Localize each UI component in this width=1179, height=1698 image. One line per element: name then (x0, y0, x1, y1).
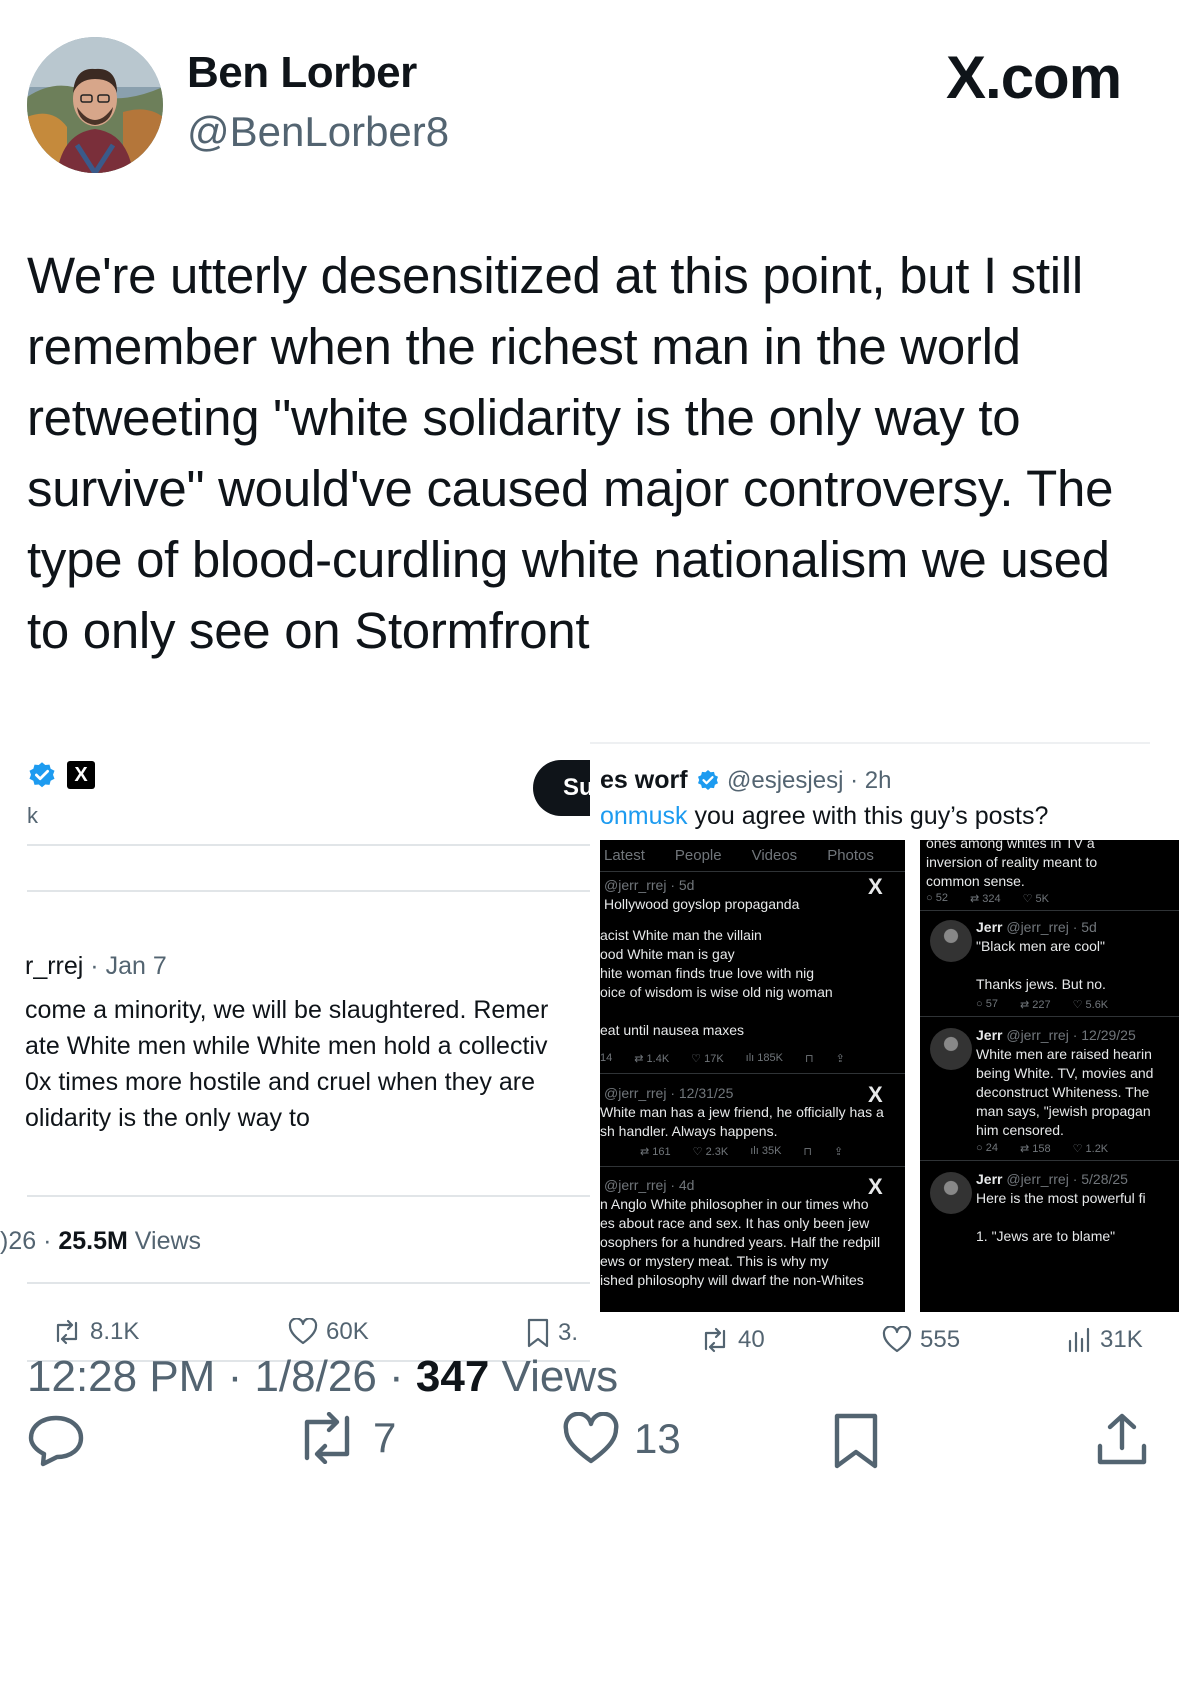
heart-icon (882, 1326, 912, 1353)
reply-button[interactable] (27, 1412, 85, 1468)
x-logo-icon: X (868, 1174, 883, 1199)
share-button[interactable] (1094, 1412, 1150, 1468)
bookmark-button[interactable] (833, 1412, 879, 1470)
author-handle-time: @esjesjesj · 2h (727, 767, 892, 794)
bookmark-icon (834, 1413, 878, 1469)
display-name[interactable]: Ben Lorber (187, 48, 417, 98)
like-button[interactable]: 60K (288, 1318, 369, 1346)
views-button[interactable]: 31K (1066, 1326, 1143, 1354)
x-logo-icon: X (868, 874, 883, 899)
post-item: @jerr_rrej · 4d n Anglo White philosophe… (600, 1177, 881, 1288)
left-screenshot[interactable]: X k r_rrej · Jan 7 come a minority, we w… (0, 730, 590, 1380)
quoted-post-body: come a minority, we will be slaughtered.… (25, 992, 548, 1136)
post-item: Jerr @jerr_rrej · 5/28/25 Here is the mo… (976, 1171, 1146, 1244)
divider (27, 1195, 590, 1197)
reply-avatar[interactable] (930, 920, 972, 962)
post-item: @jerr_rrej · 12/31/25 White man has a je… (600, 1085, 884, 1139)
search-tabs: Latest People Videos Photos (600, 840, 905, 870)
screenshot-search-results: Latest People Videos Photos @jerr_rrej ·… (600, 840, 905, 1312)
x-logo-icon: X (868, 1082, 883, 1107)
post-item: Jerr @jerr_rrej · 5d "Black men are cool… (976, 919, 1106, 992)
post-stats: ⇄ 161 ♡ 2.3K ılı 35K ⊓ ⇪ (640, 1145, 844, 1158)
post-item: acist White man the villain ood White ma… (600, 927, 833, 1038)
tab-videos[interactable]: Videos (752, 847, 798, 864)
reply-text: onmusk you agree with this guy’s posts? (600, 802, 1049, 830)
retweet-button[interactable]: 7 (295, 1412, 396, 1464)
retweet-icon (304, 1412, 350, 1464)
views-chart-icon (1068, 1327, 1090, 1353)
quoted-date: Jan 7 (105, 952, 167, 980)
quoted-post-meta: r_rrej · Jan 7 (25, 952, 167, 980)
verified-badge-icon (29, 762, 55, 788)
retweet-icon (56, 1319, 78, 1345)
retweet-button[interactable]: 8.1K (52, 1318, 139, 1346)
avatar[interactable] (27, 37, 163, 173)
post-timestamp: 12:28 PM · 1/8/26 · 347 Views (27, 1352, 619, 1401)
tab-latest[interactable]: Latest (604, 847, 645, 864)
post-stats: ○ 24 ⇄ 158 ♡ 1.2K (976, 1142, 1109, 1155)
divider (27, 844, 590, 846)
user-handle[interactable]: @BenLorber8 (187, 108, 449, 156)
post-stats: ○ 52 ⇄ 324 ♡ 5K (926, 892, 1049, 905)
retweet-button[interactable]: 40 (700, 1326, 765, 1354)
post-item: @jerr_rrej · 5d Hollywood goyslop propag… (604, 877, 800, 912)
post-stats: 14 ⇄ 1.4K ♡ 17K ılı 185K ⊓ ⇪ (600, 1052, 845, 1065)
divider (27, 890, 590, 892)
reply-avatar[interactable] (930, 1172, 972, 1214)
like-button[interactable]: 555 (882, 1326, 960, 1354)
post-stats: ○ 57 ⇄ 227 ♡ 5.6K (976, 998, 1109, 1011)
heart-icon (563, 1412, 619, 1464)
right-screenshot[interactable]: es worf @esjesjesj · 2h onmusk you agree… (590, 730, 1179, 1380)
divider (590, 742, 1150, 744)
quoted-line: olidarity is the only way to (25, 1104, 310, 1132)
screenshot-replies: ones among whites in TV a inversion of r… (920, 840, 1179, 1312)
quoted-line: ate White men while White men hold a col… (25, 1032, 548, 1060)
quoted-line: 0x times more hostile and cruel when the… (25, 1068, 535, 1096)
author-name[interactable]: es worf (600, 766, 688, 795)
tweet-text: We're utterly desensitized at this point… (27, 247, 1114, 659)
quoted-line: come a minority, we will be slaughtered.… (25, 996, 549, 1024)
share-icon (1097, 1413, 1147, 1465)
verified-badge-icon (698, 770, 718, 790)
post-item: Jerr @jerr_rrej · 12/29/25 White men are… (976, 1027, 1154, 1138)
mention-link[interactable]: onmusk (600, 802, 688, 830)
subscribe-button[interactable]: Su (533, 760, 590, 816)
reply-icon (28, 1415, 84, 1467)
x-com-watermark: X.com (946, 44, 1122, 111)
reply-avatar[interactable] (930, 1028, 972, 1070)
post-item: ones among whites in TV a inversion of r… (926, 840, 1098, 889)
like-button[interactable]: 13 (562, 1412, 681, 1466)
x-affiliate-badge: X (67, 761, 95, 789)
retweet-icon (704, 1327, 726, 1353)
tab-photos[interactable]: Photos (827, 847, 874, 864)
divider (27, 1282, 590, 1284)
heart-icon (288, 1318, 318, 1345)
bookmark-button[interactable]: 3. (526, 1318, 578, 1348)
bookmark-icon (527, 1318, 549, 1348)
quoted-views: )26 · 25.5M Views (0, 1227, 202, 1255)
truncated-text: k (27, 803, 38, 828)
quoted-handle[interactable]: r_rrej (25, 952, 83, 980)
tab-people[interactable]: People (675, 847, 722, 864)
